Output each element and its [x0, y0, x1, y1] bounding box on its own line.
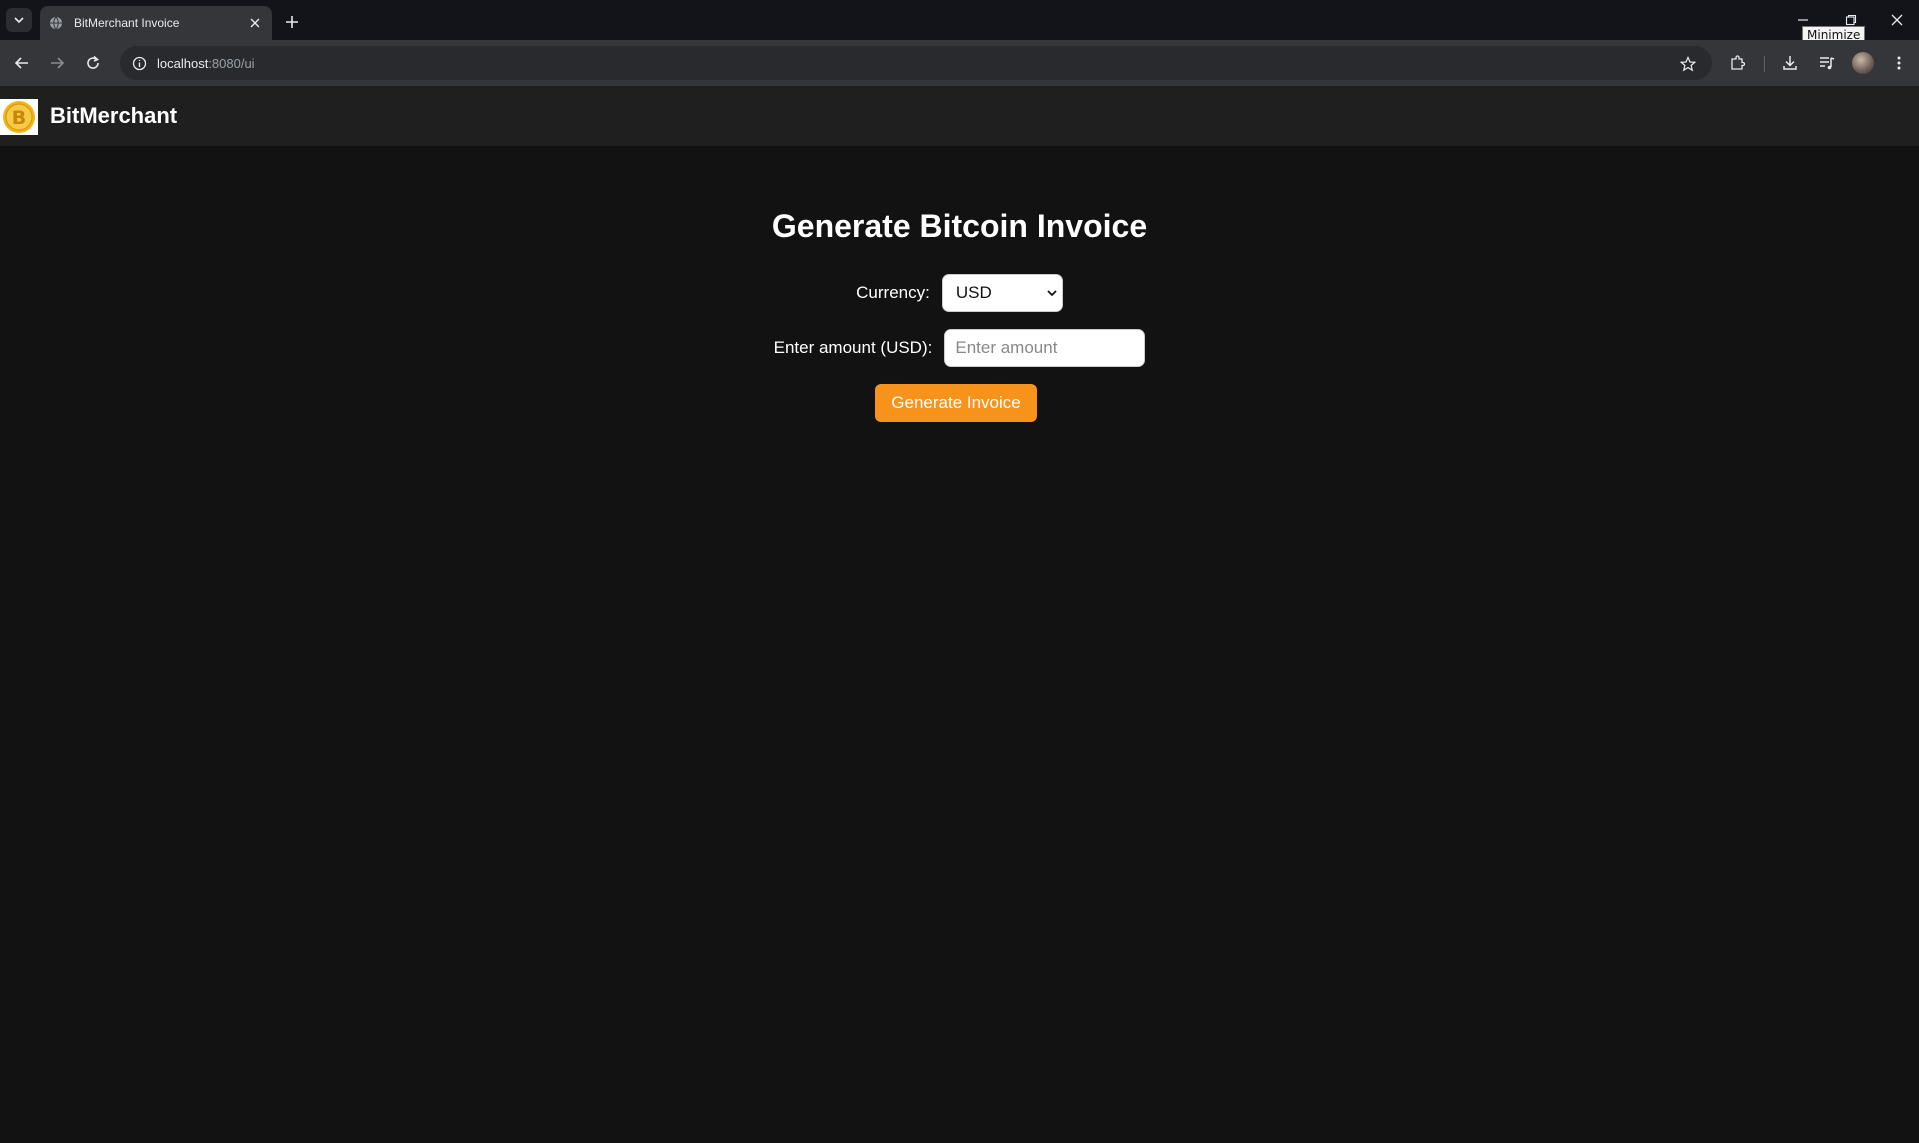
page-title: Generate Bitcoin Invoice — [771, 208, 1148, 244]
app-header: B BitMerchant — [0, 86, 1919, 146]
brand-name: BitMerchant — [50, 103, 178, 128]
globe-icon — [48, 15, 64, 31]
minimize-icon — [1798, 19, 1808, 21]
amount-row: Enter amount (USD): — [0, 329, 1919, 367]
new-tab-button[interactable] — [280, 10, 304, 34]
url-path: :8080/ui — [208, 56, 255, 71]
forward-button[interactable] — [45, 51, 69, 75]
close-tab-icon[interactable] — [246, 14, 264, 32]
browser-toolbar: localhost:8080/ui — [0, 40, 1919, 86]
extensions-puzzle-icon[interactable] — [1726, 51, 1750, 75]
reload-icon — [87, 55, 99, 69]
close-icon — [1891, 14, 1903, 26]
browser-tab[interactable]: BitMerchant Invoice — [40, 6, 272, 40]
arrow-right-icon — [51, 57, 65, 69]
currency-select[interactable]: USD — [941, 274, 1063, 312]
profile-avatar[interactable] — [1852, 52, 1874, 74]
restore-icon — [1845, 14, 1857, 26]
back-button[interactable] — [10, 51, 34, 75]
currency-selected-value: USD — [955, 283, 992, 302]
svg-text:B: B — [12, 107, 26, 129]
url-text: localhost:8080/ui — [157, 56, 255, 71]
close-window-button[interactable] — [1884, 8, 1910, 32]
browser-tabbar: BitMerchant Invoice Minimize — [0, 0, 1919, 44]
chevron-down-icon — [1047, 290, 1057, 297]
tab-title: BitMerchant Invoice — [74, 16, 180, 30]
more-menu-icon[interactable] — [1887, 51, 1911, 75]
amount-label: Enter amount (USD): — [773, 338, 933, 357]
toolbar-separator — [1764, 56, 1765, 72]
tab-search-button[interactable] — [6, 8, 32, 32]
chevron-down-icon — [14, 17, 24, 24]
reload-button[interactable] — [81, 51, 105, 75]
download-icon[interactable] — [1778, 51, 1802, 75]
arrow-left-icon — [14, 57, 28, 69]
bookmark-star-icon[interactable] — [1678, 54, 1698, 74]
plus-icon — [286, 16, 298, 28]
info-icon[interactable] — [130, 54, 148, 72]
bitcoin-logo-icon: B — [0, 99, 38, 135]
url-host: localhost — [157, 56, 209, 71]
generate-invoice-button[interactable]: Generate Invoice — [875, 384, 1037, 422]
currency-row: Currency: USD — [0, 274, 1919, 312]
currency-label: Currency: — [856, 283, 930, 302]
address-bar[interactable]: localhost:8080/ui — [120, 46, 1712, 80]
amount-input[interactable] — [944, 329, 1146, 367]
media-controls-icon[interactable] — [1815, 51, 1839, 75]
